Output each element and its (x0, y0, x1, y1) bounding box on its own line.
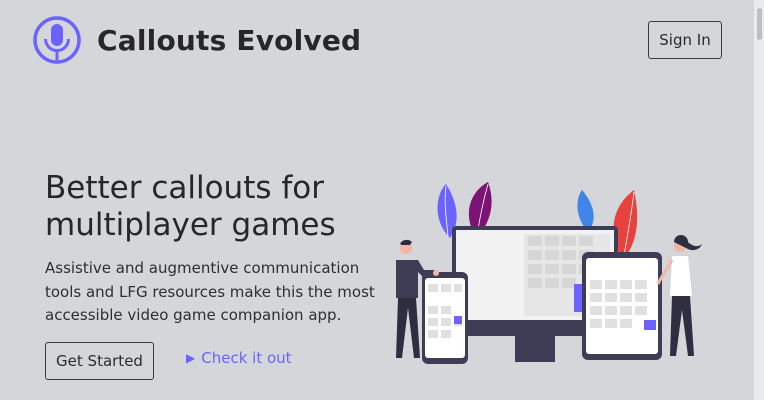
hero-subtext: Assistive and augmentive communication t… (45, 259, 375, 324)
hero-illustration (396, 182, 702, 364)
site-header: Callouts Evolved Sign In (0, 0, 764, 84)
hero-headline: Better callouts for multiplayer games (45, 170, 336, 243)
person-right-graphic (656, 235, 702, 356)
microphone-icon (33, 16, 81, 64)
check-it-out-link[interactable]: ▶ Check it out (186, 349, 292, 367)
scrollbar[interactable] (754, 0, 764, 400)
tablet-graphic (582, 252, 662, 360)
scrollbar-thumb[interactable] (757, 8, 762, 40)
sign-in-button[interactable]: Sign In (648, 21, 722, 59)
brand-name: Callouts Evolved (97, 24, 362, 57)
play-icon: ▶ (186, 351, 196, 365)
get-started-button[interactable]: Get Started (45, 342, 154, 380)
phone-graphic (422, 272, 468, 364)
check-it-out-label: Check it out (201, 349, 292, 367)
